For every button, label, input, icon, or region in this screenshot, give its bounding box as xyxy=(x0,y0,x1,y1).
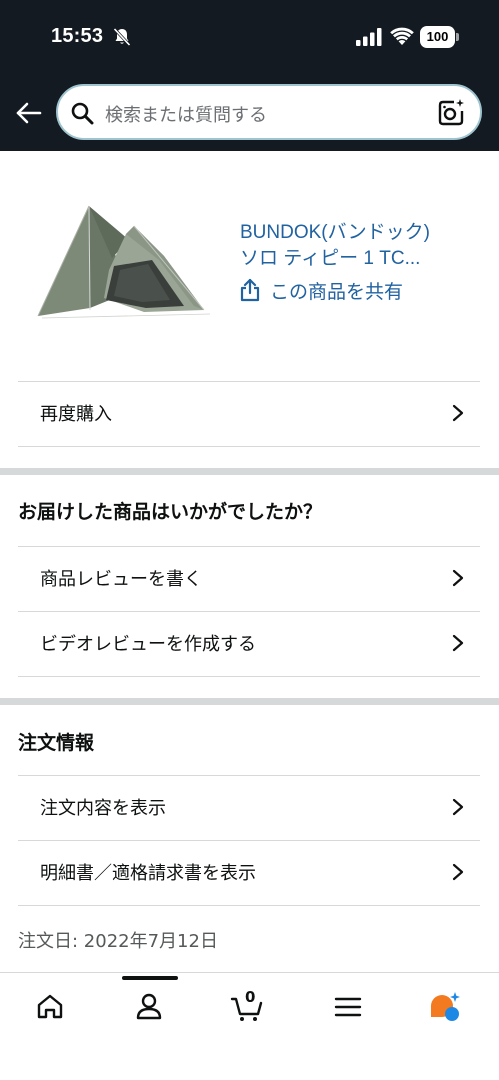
video-review-label: ビデオレビューを作成する xyxy=(40,634,256,655)
video-review-row[interactable]: ビデオレビューを作成する xyxy=(18,611,480,675)
share-label: この商品を共有 xyxy=(270,280,404,303)
write-review-label: 商品レビューを書く xyxy=(40,569,202,590)
back-arrow-icon[interactable] xyxy=(14,98,44,128)
order-section-title: 注文情報 xyxy=(18,732,95,754)
product-image[interactable] xyxy=(34,198,214,323)
bell-muted-icon xyxy=(113,27,131,47)
product-title-link[interactable]: BUNDOK(バンドック) ソロ ティピー 1 TC... xyxy=(240,220,472,272)
rufus-assistant-icon[interactable] xyxy=(428,990,462,1024)
chevron-right-icon xyxy=(452,863,464,881)
section-separator xyxy=(0,468,499,475)
cellular-signal-icon xyxy=(356,28,382,46)
chevron-right-icon xyxy=(452,798,464,816)
chevron-right-icon xyxy=(452,634,464,652)
menu-icon[interactable] xyxy=(331,990,365,1024)
cart-button[interactable]: 0 xyxy=(230,988,264,1024)
view-invoice-label: 明細書／適格請求書を表示 xyxy=(40,863,256,884)
status-time: 15:53 xyxy=(51,25,104,47)
camera-search-icon[interactable] xyxy=(436,98,466,128)
divider xyxy=(18,676,480,677)
product-title-line2: ソロ ティピー 1 TC... xyxy=(240,248,421,269)
section-separator xyxy=(0,698,499,705)
view-order-row[interactable]: 注文内容を表示 xyxy=(18,775,480,839)
divider xyxy=(18,905,480,906)
product-title-line1: BUNDOK(バンドック) xyxy=(240,222,430,243)
battery-icon: 100 xyxy=(420,26,460,48)
wifi-icon xyxy=(390,27,414,45)
view-order-label: 注文内容を表示 xyxy=(40,798,166,819)
share-product-button[interactable]: この商品を共有 xyxy=(239,276,403,304)
battery-level: 100 xyxy=(420,26,455,48)
cart-count: 0 xyxy=(245,988,256,1006)
active-tab-indicator xyxy=(122,976,178,980)
app-header: 15:53 100 検索または質問する xyxy=(0,0,499,151)
chevron-right-icon xyxy=(452,569,464,587)
chevron-right-icon xyxy=(452,404,464,422)
view-invoice-row[interactable]: 明細書／適格請求書を表示 xyxy=(18,840,480,904)
search-icon xyxy=(71,102,94,125)
account-icon[interactable] xyxy=(132,990,166,1024)
buy-again-row[interactable]: 再度購入 xyxy=(18,381,480,445)
write-review-row[interactable]: 商品レビューを書く xyxy=(18,546,480,610)
review-section-title: お届けした商品はいかがでしたか？ xyxy=(18,501,323,523)
search-placeholder: 検索または質問する xyxy=(105,105,267,126)
home-icon[interactable] xyxy=(33,990,67,1024)
share-icon xyxy=(240,278,260,302)
buy-again-label: 再度購入 xyxy=(40,404,112,425)
divider xyxy=(18,446,480,447)
order-date: 注文日: 2022年7月12日 xyxy=(18,931,218,952)
search-input[interactable]: 検索または質問する xyxy=(56,84,482,140)
